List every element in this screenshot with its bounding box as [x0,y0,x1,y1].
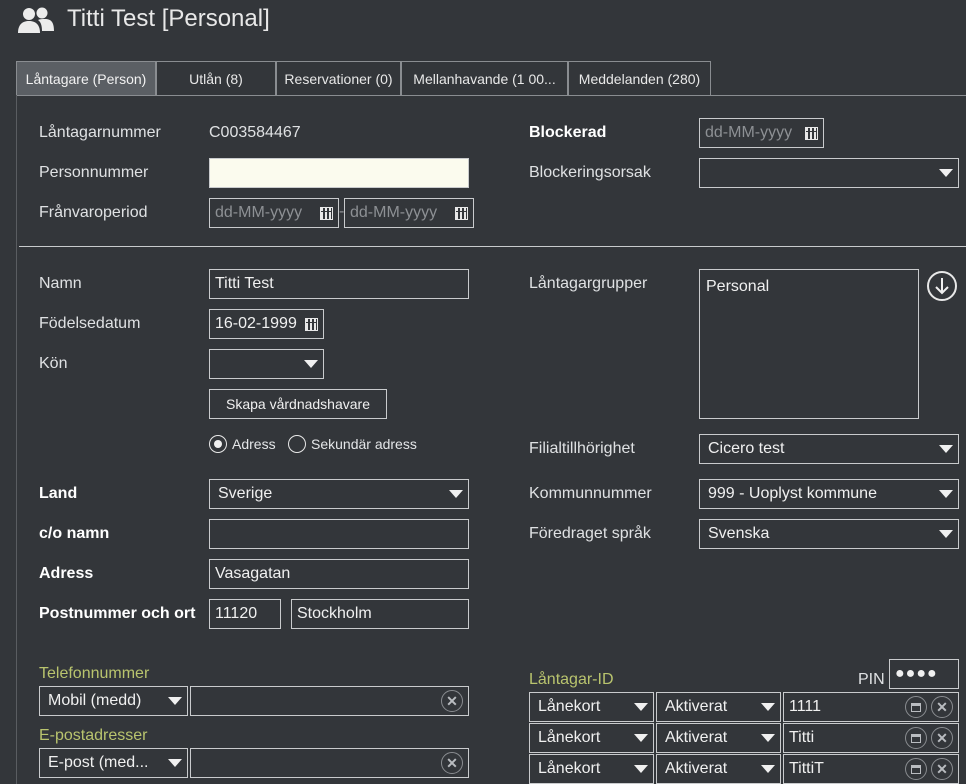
block-reason-label: Blockeringsorsak [529,164,651,181]
tab-divider [16,95,966,96]
id-status-select[interactable]: Aktiverat [656,692,781,722]
secondary-address-radio-label[interactable]: Sekundär adress [311,436,417,452]
address-label: Adress [39,565,94,582]
email-type-select[interactable]: E-post (med... [39,748,188,778]
calendar-icon[interactable] [455,206,468,220]
address-input[interactable]: Vasagatan [209,559,469,589]
postal-label: Postnummer och ort [39,605,196,622]
address-radio[interactable] [209,435,227,453]
email-input[interactable]: ✕ [190,748,469,778]
id-type-select[interactable]: Lånekort [529,754,654,784]
users-icon [17,6,55,34]
chevron-down-icon [168,759,182,767]
branch-select[interactable]: Cicero test [699,434,959,464]
name-input[interactable]: Titti Test [209,269,469,299]
list-item[interactable]: Personal [706,278,912,296]
phone-type-select[interactable]: Mobil (medd) [39,686,188,716]
id-value-input[interactable]: Titti ✕ [783,723,959,753]
tab-outstanding[interactable]: Mellanhavande (1 00... [401,61,568,95]
panel-border [16,95,17,784]
chevron-down-icon [634,703,648,711]
personal-number-input[interactable] [209,158,469,188]
id-value-input[interactable]: 1111 ✕ [783,692,959,722]
id-type-select[interactable]: Lånekort [529,723,654,753]
chevron-down-icon [304,360,318,368]
personal-number-label: Personnummer [39,164,149,181]
country-select[interactable]: Sverige [209,479,469,509]
pin-label: PIN [858,671,885,688]
borrower-groups-label: Låntagargrupper [529,275,648,292]
calendar-icon[interactable] [320,206,333,220]
chevron-down-icon [939,490,953,498]
clear-icon[interactable]: ✕ [931,727,953,749]
gender-select[interactable] [209,349,324,379]
section-divider [19,246,966,247]
chevron-down-icon [761,765,775,773]
create-guardian-button[interactable]: Skapa vårdnadshavare [209,389,387,419]
blocked-label: Blockerad [529,124,607,141]
page-title: Titti Test [Personal] [67,5,270,32]
chevron-down-icon [761,734,775,742]
arrow-down-circle-icon[interactable] [927,271,957,301]
address-radio-label[interactable]: Adress [232,436,276,452]
co-name-input[interactable] [209,519,469,549]
language-select[interactable]: Svenska [699,519,959,549]
chevron-down-icon [449,490,463,498]
chevron-down-icon [168,697,182,705]
chevron-down-icon [761,703,775,711]
language-label: Föredraget språk [529,525,651,542]
chevron-down-icon [939,445,953,453]
absence-period-label: Frånvaroperiod [39,204,148,221]
tab-loans[interactable]: Utlån (8) [156,61,276,95]
absence-to-field[interactable]: dd-MM-yyyy [344,198,474,228]
calendar-icon[interactable] [905,727,927,749]
city-input[interactable]: Stockholm [291,599,469,629]
block-reason-select[interactable] [699,158,959,188]
phone-heading: Telefonnummer [39,665,150,682]
borrower-number-label: Låntagarnummer [39,124,161,141]
id-status-select[interactable]: Aktiverat [656,754,781,784]
chevron-down-icon [634,765,648,773]
clear-icon[interactable]: ✕ [441,690,463,712]
borrower-id-heading: Låntagar-ID [529,671,614,688]
birthdate-label: Födelsedatum [39,315,141,332]
email-heading: E-postadresser [39,727,148,744]
id-type-select[interactable]: Lånekort [529,692,654,722]
branch-label: Filialtillhörighet [529,440,635,457]
name-label: Namn [39,275,82,292]
tab-borrower[interactable]: Låntagare (Person) [16,61,156,95]
tab-messages[interactable]: Meddelanden (280) [568,61,711,95]
tab-reservations[interactable]: Reservationer (0) [276,61,401,95]
calendar-icon[interactable] [805,126,818,140]
gender-label: Kön [39,355,68,372]
chevron-down-icon [939,169,953,177]
country-label: Land [39,485,78,502]
phone-input[interactable]: ✕ [190,686,469,716]
blocked-date-field[interactable]: dd-MM-yyyy [699,118,824,148]
calendar-icon[interactable] [905,758,927,780]
municipality-select[interactable]: 999 - Uoplyst kommune [699,479,959,509]
id-status-select[interactable]: Aktiverat [656,723,781,753]
postal-code-input[interactable]: 11120 [209,599,281,629]
chevron-down-icon [939,530,953,538]
chevron-down-icon [634,734,648,742]
absence-from-field[interactable]: dd-MM-yyyy [209,198,339,228]
calendar-icon[interactable] [905,696,927,718]
clear-icon[interactable]: ✕ [931,758,953,780]
calendar-icon[interactable] [305,317,318,331]
municipality-label: Kommunnummer [529,485,652,502]
secondary-address-radio[interactable] [288,435,306,453]
co-name-label: c/o namn [39,525,110,542]
borrower-number-value: C003584467 [209,124,301,141]
id-value-input[interactable]: TittiT ✕ [783,754,959,784]
borrower-groups-list[interactable]: Personal [699,269,919,419]
clear-icon[interactable]: ✕ [441,752,463,774]
birthdate-field[interactable]: 16-02-1999 [209,309,324,339]
clear-icon[interactable]: ✕ [931,696,953,718]
pin-input[interactable]: ●●●● [889,659,959,689]
